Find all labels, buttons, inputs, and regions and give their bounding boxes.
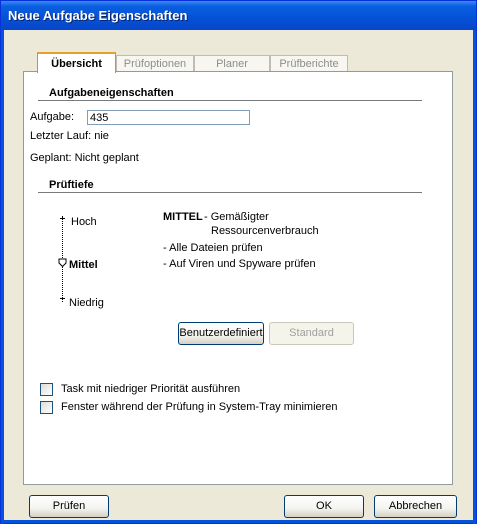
slider-tick-low — [60, 298, 65, 299]
last-run-text: Letzter Lauf: nie — [30, 130, 109, 142]
window-title: Neue Aufgabe Eigenschaften — [8, 8, 188, 23]
minimize-tray-label[interactable]: Fenster während der Prüfung in System-Tr… — [61, 401, 338, 413]
level-description-cont: Ressourcenverbrauch — [211, 225, 319, 237]
level-description: - Gemäßigter — [204, 211, 269, 223]
level-high-label[interactable]: Hoch — [71, 216, 97, 228]
low-priority-label[interactable]: Task mit niedriger Priorität ausführen — [61, 383, 240, 395]
slider-tick-high — [60, 218, 65, 219]
window-frame-bottom — [1, 520, 476, 523]
level-title: MITTEL — [163, 211, 203, 223]
tab-planer[interactable]: Planer — [194, 55, 270, 72]
window-frame-right — [473, 30, 476, 524]
section-title-depth: Prüftiefe — [49, 179, 94, 191]
title-bar[interactable]: Neue Aufgabe Eigenschaften — [1, 1, 476, 30]
minimize-tray-checkbox[interactable] — [40, 401, 53, 414]
section-title-properties: Aufgabeneigenschaften — [49, 87, 174, 99]
properties-dialog: Neue Aufgabe Eigenschaften Übersicht Prü… — [0, 0, 477, 524]
level-low-label[interactable]: Niedrig — [69, 297, 104, 309]
tab-pruefberichte[interactable]: Prüfberichte — [270, 55, 348, 72]
tab-pruefoptionen[interactable]: Prüfoptionen — [116, 55, 194, 72]
cancel-button[interactable]: Abbrechen — [374, 495, 457, 518]
ok-button[interactable]: OK — [284, 495, 364, 518]
tab-uebersicht[interactable]: Übersicht — [37, 52, 116, 73]
standard-button[interactable]: Standard — [269, 322, 354, 345]
slider-thumb-icon[interactable] — [58, 258, 67, 267]
task-label: Aufgabe: — [30, 111, 75, 123]
custom-button[interactable]: Benutzerdefiniert — [178, 322, 264, 345]
scan-button[interactable]: Prüfen — [29, 495, 109, 518]
scheduled-text: Geplant: Nicht geplant — [30, 152, 139, 164]
window-frame-left — [1, 30, 4, 524]
level-bullet-files: - Alle Dateien prüfen — [163, 242, 263, 254]
task-name-input[interactable] — [87, 110, 250, 125]
section-divider — [38, 192, 422, 193]
low-priority-checkbox[interactable] — [40, 383, 53, 396]
level-medium-label[interactable]: Mittel — [69, 259, 98, 271]
section-divider — [38, 100, 422, 101]
level-bullet-viruses: - Auf Viren und Spyware prüfen — [163, 258, 316, 270]
